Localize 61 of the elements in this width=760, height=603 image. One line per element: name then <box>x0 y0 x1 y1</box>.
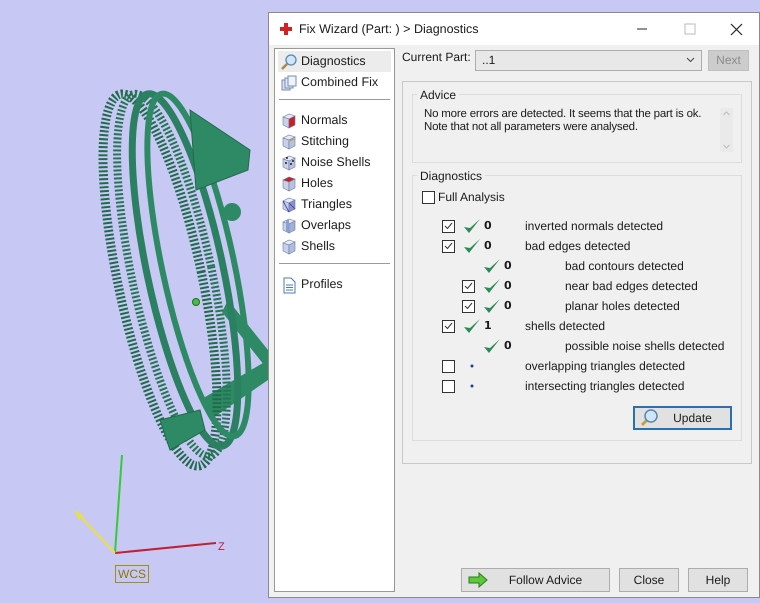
arrow-right-icon <box>468 571 488 589</box>
dialog-button[interactable]: Close <box>619 568 679 592</box>
count-value: 0 <box>483 238 493 254</box>
result-label: near bad edges detected <box>565 278 698 295</box>
result-label: shells detected <box>525 318 606 335</box>
checkbox[interactable] <box>442 380 455 392</box>
result-label: inverted normals detected <box>525 218 664 235</box>
result-label: possible noise shells detected <box>565 338 724 355</box>
nav-item[interactable]: Holes <box>278 173 391 194</box>
close-icon[interactable] <box>730 22 743 36</box>
advice-text: No more errors are detected. It seems that the part is ok. Note that not all parameters were analysed. <box>424 108 702 135</box>
axis-label: Z <box>218 542 225 553</box>
nav-item[interactable]: Triangles <box>278 194 391 215</box>
follow-advice-button[interactable]: Follow Advice <box>461 568 610 592</box>
window-title: Fix Wizard (Part: ) > Diagnostics <box>299 20 479 38</box>
cube-icon <box>280 112 298 130</box>
pivot-dot-icon <box>192 298 200 306</box>
count-value: 0 <box>503 278 513 294</box>
nav-item[interactable]: Overlaps <box>278 215 391 236</box>
field-label: Current Part: <box>402 49 472 66</box>
chevron-down-icon <box>686 57 695 63</box>
result-label: intersecting triangles detected <box>525 378 684 395</box>
checkbox-label: Full Analysis <box>438 189 505 206</box>
checkbox[interactable] <box>442 220 455 232</box>
dotted-cube-icon <box>280 154 298 172</box>
cross-icon <box>279 22 293 36</box>
checkbox[interactable] <box>462 280 475 292</box>
cube-icon <box>280 238 298 256</box>
scroll-bar[interactable] <box>720 108 733 152</box>
checkbox[interactable] <box>442 360 455 372</box>
cube-icon <box>280 132 298 150</box>
nav-item[interactable]: Profiles <box>278 274 391 295</box>
update-button[interactable]: Update <box>633 406 732 430</box>
nav-item[interactable]: Noise Shells <box>278 152 391 173</box>
nav-item[interactable]: Normals <box>278 110 391 131</box>
part-dropdown[interactable]: ..1 <box>475 50 702 70</box>
result-label: bad contours detected <box>565 258 684 275</box>
cube-icon <box>280 174 298 192</box>
result-label: overlapping triangles detected <box>525 358 686 375</box>
nav-item[interactable]: Combined Fix <box>278 72 391 93</box>
checkbox[interactable] <box>422 190 435 204</box>
checkbox[interactable] <box>442 320 455 332</box>
magnifier-icon <box>280 52 298 70</box>
magnifier-icon <box>639 408 659 428</box>
count-value: 1 <box>483 318 493 334</box>
count-value: 0 <box>483 218 493 234</box>
dialog-button[interactable]: Help <box>688 568 748 592</box>
count-value: 0 <box>503 338 513 354</box>
cube-icon <box>280 216 298 234</box>
stacked-pages-icon <box>280 74 298 92</box>
nav-item[interactable]: Shells <box>278 236 391 257</box>
checkbox[interactable] <box>462 300 475 312</box>
cube-icon <box>280 196 298 214</box>
nav-item[interactable]: Diagnostics <box>278 51 391 72</box>
result-label: bad edges detected <box>525 238 630 255</box>
checkbox[interactable] <box>442 240 455 252</box>
count-value: 0 <box>503 298 513 314</box>
coordinate-system-label: WCS <box>115 565 149 583</box>
nav-item[interactable]: Stitching <box>278 131 391 152</box>
result-label: planar holes detected <box>565 298 680 315</box>
count-value: 0 <box>503 258 513 274</box>
